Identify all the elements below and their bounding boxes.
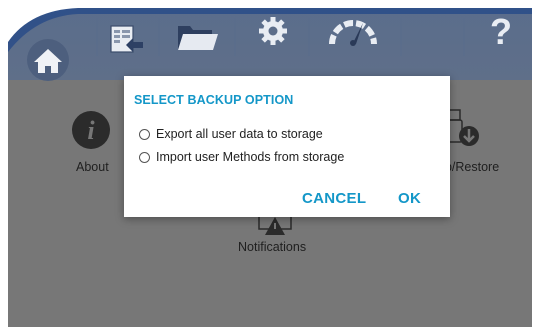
radio-button[interactable] <box>139 151 150 163</box>
nav-transfer-button[interactable] <box>107 20 145 58</box>
nav-home-button[interactable] <box>26 38 70 82</box>
help-icon: ? <box>490 11 512 52</box>
about-tile[interactable]: i About <box>60 110 130 180</box>
about-label: About <box>76 160 109 174</box>
notifications-label: Notifications <box>238 240 307 254</box>
nav-divider <box>234 18 236 56</box>
nav-help-button[interactable]: ? <box>490 12 520 52</box>
nav-divider <box>158 18 160 56</box>
export-option-label: Export all user data to storage <box>156 127 323 141</box>
home-icon <box>27 39 69 81</box>
app-screen: ? i About up/Restore Notifications SELEC… <box>8 0 532 327</box>
nav-settings-button[interactable] <box>256 14 290 48</box>
nav-divider <box>96 18 98 56</box>
folder-icon <box>178 26 218 50</box>
warning-icon <box>258 215 292 235</box>
gauge-icon <box>329 20 377 46</box>
gear-icon <box>259 17 287 45</box>
radio-button[interactable] <box>139 128 150 140</box>
cancel-button[interactable]: CANCEL <box>302 190 366 207</box>
ok-button[interactable]: OK <box>398 190 421 207</box>
nav-diagnostics-button[interactable] <box>326 12 380 50</box>
svg-text:i: i <box>87 116 95 145</box>
info-icon: i <box>72 111 110 149</box>
nav-divider <box>463 18 465 56</box>
nav-divider <box>308 18 310 56</box>
nav-folder-button[interactable] <box>176 18 220 56</box>
export-option[interactable]: Export all user data to storage <box>139 127 323 141</box>
transfer-icon <box>110 25 143 53</box>
nav-divider <box>400 18 402 56</box>
import-option[interactable]: Import user Methods from storage <box>139 150 344 164</box>
import-option-label: Import user Methods from storage <box>156 150 345 164</box>
dialog-title: SELECT BACKUP OPTION <box>134 93 294 107</box>
backup-option-dialog: SELECT BACKUP OPTION Export all user dat… <box>124 76 450 217</box>
